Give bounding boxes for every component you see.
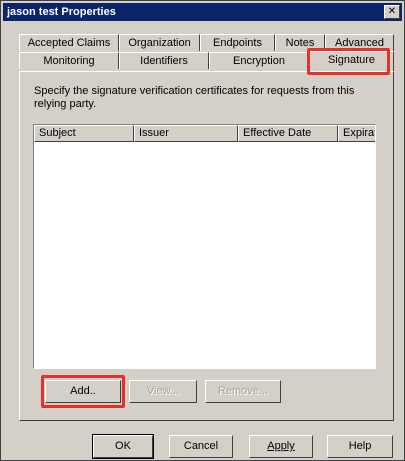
tab-notes[interactable]: Notes	[275, 34, 325, 51]
tab-organization[interactable]: Organization	[119, 34, 200, 51]
column-issuer[interactable]: Issuer	[134, 125, 238, 142]
window-title: jason test Properties	[7, 6, 116, 18]
apply-button[interactable]: Apply	[249, 435, 313, 458]
tab-endpoints[interactable]: Endpoints	[200, 34, 275, 51]
list-header: Subject Issuer Effective Date Expiratic	[34, 125, 375, 142]
add-button[interactable]: Add..	[45, 380, 121, 403]
column-effective-date[interactable]: Effective Date	[238, 125, 338, 142]
ok-button[interactable]: OK	[92, 434, 154, 459]
tab-encryption[interactable]: Encryption	[209, 52, 309, 69]
cancel-button[interactable]: Cancel	[169, 435, 233, 458]
tab-signature[interactable]: Signature	[309, 51, 394, 71]
help-button[interactable]: Help	[327, 435, 393, 458]
tab-monitoring[interactable]: Monitoring	[19, 52, 119, 69]
tab-advanced[interactable]: Advanced	[325, 34, 394, 51]
certificates-list[interactable]: Subject Issuer Effective Date Expiratic	[33, 124, 376, 369]
tab-identifiers[interactable]: Identifiers	[119, 52, 209, 69]
signature-description: Specify the signature verification certi…	[34, 85, 355, 110]
tab-accepted-claims[interactable]: Accepted Claims	[19, 34, 119, 51]
column-subject[interactable]: Subject	[34, 125, 134, 142]
remove-button[interactable]: Remove...	[205, 380, 281, 403]
title-bar[interactable]: jason test Properties ✕	[3, 3, 402, 21]
apply-label: Apply	[267, 440, 295, 452]
column-expiration[interactable]: Expiratic	[338, 125, 375, 142]
properties-dialog: jason test Properties ✕ Accepted Claims …	[0, 0, 405, 461]
view-button[interactable]: View...	[129, 380, 197, 403]
close-icon[interactable]: ✕	[384, 5, 400, 19]
